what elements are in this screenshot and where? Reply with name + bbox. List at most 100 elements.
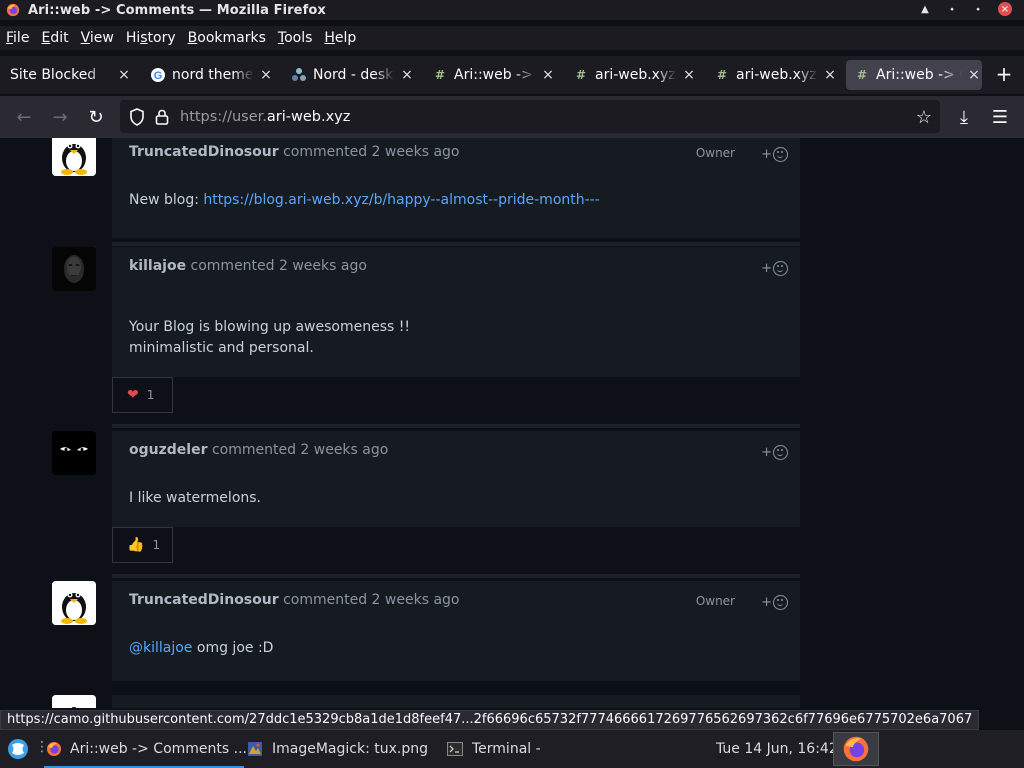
tab-active-ari-web-comments[interactable]: # Ari::web -> C × [846, 60, 982, 90]
tab-ari-web-comments[interactable]: # Ari::web -> C × [428, 60, 556, 90]
smiley-icon [773, 146, 788, 162]
tab-close-icon[interactable]: × [116, 67, 132, 83]
launcher-icon[interactable] [6, 738, 30, 760]
reaction-thumbs-up-button[interactable]: 👍 1 [112, 527, 173, 563]
avatar-tux[interactable] [52, 581, 96, 625]
hash-icon: # [856, 68, 868, 82]
tracking-protection-shield-icon[interactable] [128, 107, 146, 126]
menu-help-label: elp [334, 30, 357, 46]
menu-file[interactable]: File [0, 30, 35, 46]
avatar-tux[interactable] [52, 695, 96, 708]
avatar-killajoe[interactable] [52, 247, 96, 291]
comment-meta[interactable]: commented 2 weeks ago [283, 144, 459, 160]
menu-tools-label: ools [284, 30, 313, 46]
taskbar: ⋮ Ari::web -> Comments ... ImageMagick: … [0, 730, 1024, 768]
mention-link[interactable]: @killajoe [129, 640, 192, 656]
task-firefox[interactable]: Ari::web -> Comments ... [44, 730, 247, 768]
tab-close-icon[interactable]: × [822, 67, 838, 83]
tab-close-icon[interactable]: × [399, 67, 415, 83]
bookmark-star-icon[interactable]: ☆ [914, 107, 934, 128]
comment-author[interactable]: TruncatedDinosour [129, 592, 279, 608]
comment-body: Your Blog is blowing up awesomeness !! m… [129, 317, 410, 359]
comment-header: TruncatedDinosour commented 2 weeks ago [129, 592, 459, 608]
menu-bookmarks[interactable]: Bookmarks [182, 30, 272, 46]
blog-link[interactable]: https://blog.ari-web.xyz/b/happy--almost… [203, 192, 599, 208]
tab-close-icon[interactable]: × [258, 67, 274, 83]
comment-card [112, 695, 800, 708]
comment-meta[interactable]: commented 2 weeks ago [283, 592, 459, 608]
menu-edit-label: dit [50, 30, 69, 46]
comment-body: I like watermelons. [129, 488, 261, 509]
hash-icon: # [716, 68, 728, 82]
reaction-count: 1 [146, 388, 155, 402]
comment-author[interactable]: oguzdeler [129, 442, 207, 458]
tab-ari-web-xyz-2[interactable]: # ari-web.xyz/ × [710, 60, 838, 90]
terminal-icon [446, 740, 464, 758]
thumbs-up-icon: 👍 [127, 537, 145, 553]
comment-meta[interactable]: commented 2 weeks ago [191, 258, 367, 274]
task-terminal[interactable]: Terminal - [446, 730, 566, 768]
window-keep-above-button[interactable]: ▲ [918, 2, 932, 16]
tab-close-icon[interactable]: × [540, 67, 556, 83]
add-reaction-plus: + [761, 146, 772, 162]
window-maximize-button[interactable]: ⬩ [971, 2, 985, 16]
firefox-launcher-button[interactable] [833, 732, 879, 766]
window-title: Ari::web -> Comments — Mozilla Firefox [28, 2, 326, 18]
tab-site-blocked[interactable]: Site Blocked × [4, 60, 132, 90]
avatar-oguzdeler[interactable] [52, 431, 96, 475]
comment-header: TruncatedDinosour commented 2 weeks ago [129, 144, 459, 160]
downloads-button[interactable]: ⤓ [953, 106, 975, 128]
window-close-button[interactable]: × [998, 2, 1012, 16]
comment-meta[interactable]: commented 2 weeks ago [212, 442, 388, 458]
taskbar-clock[interactable]: Tue 14 Jun, 16:42 [716, 741, 838, 757]
tab-label: Ari::web -> C [454, 67, 536, 83]
google-icon: G [150, 67, 166, 83]
smiley-icon [773, 260, 788, 276]
avatar-tux[interactable] [52, 138, 96, 176]
comment-body: @killajoe omg joe :D [129, 638, 273, 659]
tab-ari-web-xyz[interactable]: # ari-web.xyz/ × [569, 60, 697, 90]
new-tab-button[interactable]: + [994, 64, 1014, 84]
comment-author[interactable]: TruncatedDinosour [129, 144, 279, 160]
reaction-heart-button[interactable]: ❤ 1 [112, 377, 173, 413]
timeline-divider [112, 574, 800, 578]
comment-card: killajoe commented 2 weeks ago + Your Bl… [112, 247, 800, 377]
task-imagemagick[interactable]: ImageMagick: tux.png [246, 730, 436, 768]
firefox-icon [46, 740, 62, 758]
comment-author[interactable]: killajoe [129, 258, 186, 274]
comment-body: New blog: https://blog.ari-web.xyz/b/hap… [129, 190, 600, 211]
reload-button[interactable]: ↻ [85, 106, 107, 128]
url-host: ari-web.xyz [266, 108, 351, 125]
add-reaction-button[interactable]: + [760, 260, 788, 276]
comment-card: TruncatedDinosour commented 2 weeks ago … [112, 138, 800, 238]
add-reaction-button[interactable]: + [760, 444, 788, 460]
menu-history-mnemonic: s [140, 30, 148, 46]
task-label: ImageMagick: tux.png [272, 741, 428, 757]
forward-button[interactable]: → [49, 106, 71, 128]
menu-history[interactable]: History [120, 30, 182, 46]
app-menu-button[interactable]: ☰ [989, 106, 1011, 128]
url-prefix: https://user. [180, 108, 267, 125]
tab-nord-theme[interactable]: G nord theme × [146, 60, 274, 90]
window-minimize-button[interactable]: ⬩ [945, 2, 959, 16]
tab-nord-desktop[interactable]: Nord - deskt × [287, 60, 415, 90]
menu-view[interactable]: View [75, 30, 120, 46]
firefox-icon [843, 736, 869, 762]
page-content: TruncatedDinosour commented 2 weeks ago … [0, 138, 1024, 708]
menu-edit[interactable]: Edit [35, 30, 74, 46]
owner-badge: Owner [695, 594, 735, 608]
comment-header: oguzdeler commented 2 weeks ago [129, 442, 388, 458]
tab-close-icon[interactable]: × [681, 67, 697, 83]
menu-tools[interactable]: Tools [272, 30, 319, 46]
tab-close-icon[interactable]: × [966, 67, 982, 83]
add-reaction-button[interactable]: + [760, 146, 788, 162]
add-reaction-button[interactable]: + [760, 594, 788, 610]
back-button[interactable]: ← [13, 106, 35, 128]
menu-help[interactable]: Help [318, 30, 362, 46]
menu-edit-mnemonic: E [41, 30, 51, 46]
url-bar[interactable]: https://user.ari-web.xyz ☆ [120, 100, 940, 133]
menu-file-label: ile [13, 30, 30, 46]
lock-icon[interactable] [154, 108, 170, 126]
tab-label: Nord - deskt [313, 67, 395, 83]
url-text[interactable]: https://user.ari-web.xyz [180, 109, 350, 125]
